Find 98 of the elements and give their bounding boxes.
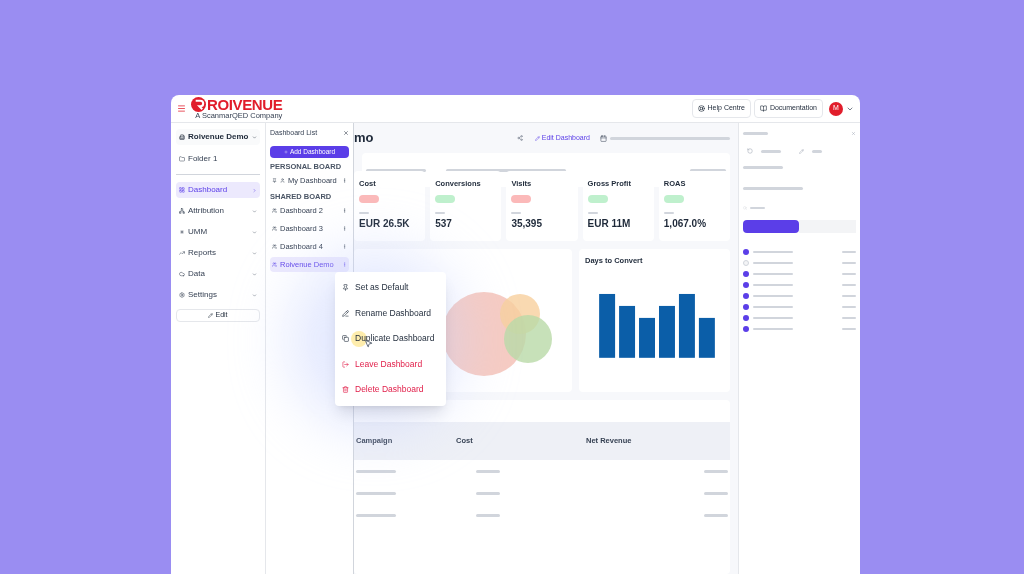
share-icon[interactable] bbox=[516, 135, 523, 141]
menu-item[interactable]: Leave Dashboard bbox=[335, 351, 446, 377]
blurred-text bbox=[743, 166, 783, 169]
close-icon[interactable] bbox=[851, 131, 856, 136]
reset-icon[interactable] bbox=[747, 148, 753, 154]
nav-item[interactable]: Dashboard bbox=[176, 182, 260, 198]
users-icon bbox=[272, 262, 277, 267]
lifebuoy-icon bbox=[697, 105, 705, 112]
menu-item[interactable]: Delete Dashboard bbox=[335, 377, 446, 403]
blurred-text bbox=[359, 212, 369, 215]
settings-icon bbox=[179, 292, 185, 298]
users-icon bbox=[272, 208, 277, 213]
edit-icon bbox=[342, 309, 349, 317]
nav-item[interactable]: UMM bbox=[176, 224, 260, 240]
more-icon[interactable] bbox=[342, 208, 347, 213]
blurred-text bbox=[663, 212, 674, 215]
users-icon bbox=[272, 226, 277, 231]
blurred-text bbox=[587, 212, 598, 215]
close-icon[interactable] bbox=[343, 130, 349, 137]
chevron-down-icon bbox=[252, 250, 257, 256]
brand-name: ROIVENUE bbox=[207, 97, 283, 113]
chart-bar bbox=[698, 318, 715, 359]
more-icon[interactable] bbox=[342, 226, 347, 231]
folder-item[interactable]: Folder 1 bbox=[176, 151, 260, 167]
kpi-value: 1,067.0% bbox=[663, 217, 708, 232]
checkbox[interactable] bbox=[743, 326, 749, 332]
book-icon bbox=[759, 105, 767, 112]
nav-item[interactable]: Settings bbox=[176, 287, 260, 303]
blurred-text bbox=[743, 187, 803, 190]
blurred-text bbox=[435, 212, 446, 215]
checkbox[interactable] bbox=[743, 249, 749, 255]
blurred-text bbox=[690, 168, 726, 172]
kpi-value: 35,395 bbox=[511, 217, 543, 232]
blurred-text bbox=[366, 168, 426, 172]
menu-item[interactable]: Rename Dashboard bbox=[335, 300, 446, 326]
chevron-down-icon bbox=[252, 271, 257, 277]
chevron-down-icon bbox=[252, 229, 257, 235]
blurred-text bbox=[356, 469, 396, 473]
checkbox[interactable] bbox=[743, 315, 749, 321]
checkbox[interactable] bbox=[743, 282, 749, 288]
blurred-text bbox=[476, 513, 500, 517]
pencil-icon[interactable] bbox=[799, 148, 804, 154]
trend-icon bbox=[179, 250, 185, 256]
exit-icon bbox=[342, 360, 349, 368]
checkbox[interactable] bbox=[743, 293, 749, 299]
nav-item[interactable]: Data bbox=[176, 266, 260, 282]
chart-bar bbox=[678, 294, 695, 359]
more-icon[interactable] bbox=[342, 262, 347, 267]
sort-toggle[interactable] bbox=[799, 220, 856, 233]
blurred-text bbox=[704, 491, 728, 495]
checkbox[interactable] bbox=[743, 271, 749, 277]
menu-item[interactable]: Duplicate Dashboard bbox=[335, 326, 446, 352]
copy-icon bbox=[342, 335, 349, 343]
chart-bar bbox=[639, 318, 655, 359]
chevron-right-icon bbox=[252, 187, 257, 193]
chart-bar bbox=[599, 294, 616, 359]
blurred-text bbox=[356, 513, 396, 517]
blurred-text bbox=[511, 212, 522, 215]
blurred-text bbox=[704, 513, 728, 517]
kpi-value: EUR 11M bbox=[587, 217, 632, 232]
users-icon bbox=[272, 244, 277, 249]
trash-icon bbox=[342, 386, 349, 394]
chart-bar bbox=[659, 306, 675, 359]
kpi-value: 537 bbox=[435, 217, 453, 232]
network-icon bbox=[179, 208, 185, 214]
user-icon bbox=[280, 177, 285, 183]
workspace-selector[interactable]: Roivenue Demo bbox=[176, 129, 260, 145]
checkbox[interactable] bbox=[743, 304, 749, 310]
sort-toggle[interactable] bbox=[743, 220, 799, 233]
chevron-down-icon bbox=[252, 134, 257, 140]
blurred-text bbox=[476, 469, 500, 473]
blurred-text bbox=[743, 132, 768, 135]
pin-icon bbox=[342, 284, 349, 292]
checkbox[interactable] bbox=[743, 260, 749, 266]
cloud-icon bbox=[179, 271, 185, 277]
calendar-icon[interactable] bbox=[600, 134, 607, 142]
nav-item[interactable]: Attribution bbox=[176, 203, 260, 219]
blurred-text bbox=[704, 469, 728, 473]
menu-item[interactable]: Set as Default bbox=[335, 275, 446, 301]
more-icon[interactable] bbox=[342, 244, 347, 249]
more-icon[interactable] bbox=[342, 177, 347, 183]
kpi-value: EUR 26.5K bbox=[359, 217, 411, 232]
pencil-icon bbox=[534, 135, 540, 141]
blurred-text bbox=[476, 491, 500, 495]
plus-icon bbox=[283, 149, 288, 154]
building-icon bbox=[179, 134, 185, 140]
folder-icon bbox=[179, 156, 185, 162]
blurred-text bbox=[812, 149, 822, 153]
blurred-text bbox=[356, 491, 396, 495]
grid-icon bbox=[179, 187, 185, 193]
page-title: mo bbox=[354, 129, 374, 148]
chevron-down-icon bbox=[252, 208, 257, 214]
nav-item[interactable]: Reports bbox=[176, 245, 260, 261]
blurred-text bbox=[761, 149, 781, 153]
pencil-icon bbox=[208, 313, 214, 318]
chart-bar bbox=[619, 306, 636, 359]
chevron-down-icon bbox=[252, 292, 257, 298]
menu-icon[interactable] bbox=[177, 104, 186, 113]
